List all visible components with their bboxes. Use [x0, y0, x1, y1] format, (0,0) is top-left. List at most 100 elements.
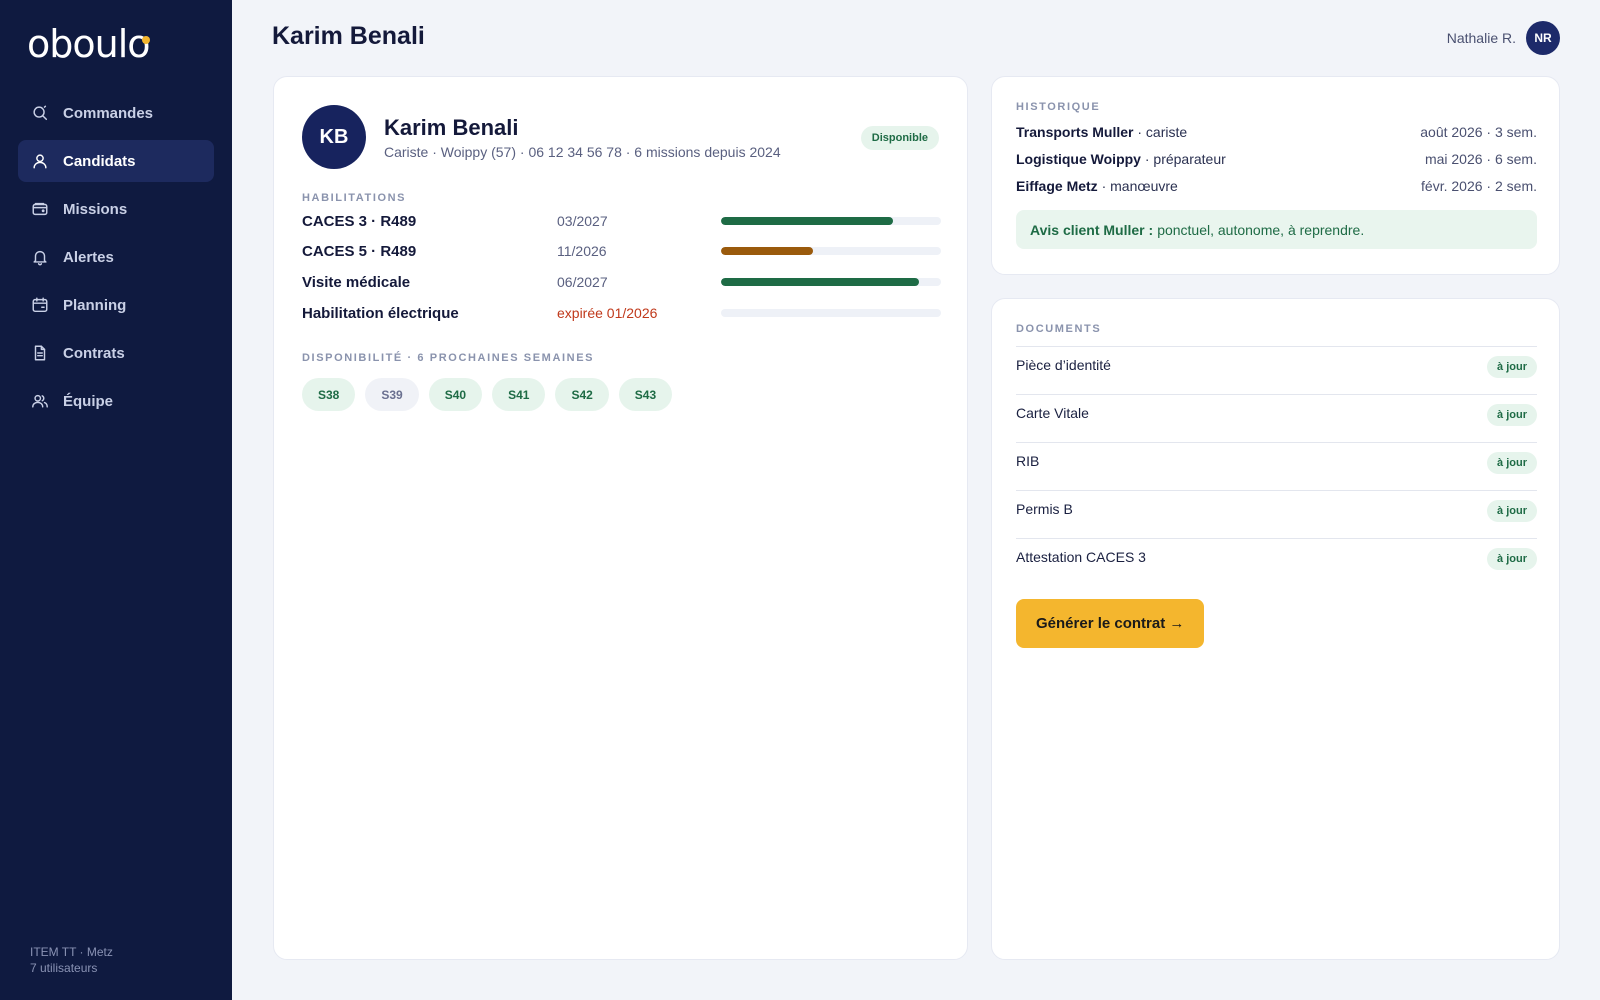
- agency-name: ITEM TT · Metz: [30, 945, 113, 959]
- search-icon: [30, 103, 50, 123]
- client-review-text: ponctuel, autonome, à reprendre.: [1157, 221, 1365, 238]
- document-row[interactable]: Carte Vitale à jour: [1016, 394, 1537, 442]
- sidebar-item-equipe[interactable]: Équipe: [18, 380, 214, 422]
- sidebar-item-label: Missions: [63, 200, 128, 218]
- status-badge: à jour: [1487, 500, 1537, 522]
- history-date: févr. 2026 · 2 sem.: [1421, 178, 1537, 194]
- history-card: HISTORIQUE Transports Muller · cariste a…: [991, 76, 1560, 275]
- user-count: 7 utilisateurs: [30, 961, 98, 975]
- history-item: Eiffage Metz · manœuvre févr. 2026 · 2 s…: [1016, 178, 1537, 194]
- habilitation-progress: [721, 247, 941, 255]
- week-chip[interactable]: S40: [428, 378, 483, 411]
- calendar-icon: [30, 295, 50, 315]
- page-title: Karim Benali: [272, 22, 425, 50]
- candidate-profile: KB Karim Benali Cariste · Woippy (57) · …: [302, 105, 942, 169]
- app-logo[interactable]: oboulo: [27, 22, 151, 66]
- user-menu[interactable]: Nathalie R. NR: [1447, 21, 1560, 55]
- habilitation-progress: [721, 278, 941, 286]
- document-name: RIB: [1016, 453, 1040, 469]
- bell-icon: [30, 247, 50, 267]
- habilitation-name: CACES 5 · R489: [302, 242, 417, 260]
- week-chip[interactable]: S38: [302, 378, 356, 411]
- candidate-card: KB Karim Benali Cariste · Woippy (57) · …: [273, 76, 968, 960]
- document-name: Permis B: [1016, 501, 1073, 517]
- sidebar-footer: ITEM TT · Metz 7 utilisateurs: [30, 944, 113, 976]
- document-name: Pièce d’identité: [1016, 357, 1111, 373]
- availability-weeks: S38 S39 S40 S41 S42 S43: [302, 378, 682, 411]
- habilitation-date: 11/2026: [557, 243, 607, 259]
- document-row[interactable]: Attestation CACES 3 à jour: [1016, 538, 1537, 586]
- sidebar-item-commandes[interactable]: Commandes: [18, 92, 214, 134]
- habilitation-name: CACES 3 · R489: [302, 212, 417, 230]
- history-role: · préparateur: [1140, 151, 1226, 167]
- history-company: Transports Muller: [1016, 124, 1134, 140]
- candidate-name: Karim Benali: [384, 114, 519, 140]
- habilitation-progress-fill: [721, 217, 893, 225]
- user-name: Nathalie R.: [1446, 30, 1516, 46]
- candidate-avatar: KB: [302, 105, 366, 169]
- week-chip[interactable]: S42: [555, 378, 609, 411]
- week-chip[interactable]: S39: [365, 378, 419, 411]
- sidebar-nav: Commandes Candidats Missions Alertes Pla…: [18, 92, 214, 428]
- sidebar-item-contrats[interactable]: Contrats: [18, 332, 214, 374]
- history-role: · cariste: [1133, 124, 1188, 140]
- habilitation-progress: [721, 217, 941, 225]
- status-badge: Disponible: [860, 126, 939, 150]
- week-chip[interactable]: S43: [618, 378, 673, 411]
- history-date: mai 2026 · 6 sem.: [1424, 151, 1537, 167]
- habilitation-row: Visite médicale 06/2027: [302, 272, 942, 292]
- habilitation-name: Visite médicale: [302, 273, 411, 291]
- habilitation-progress: [721, 309, 941, 317]
- week-chip[interactable]: S41: [492, 378, 546, 411]
- sidebar-item-planning[interactable]: Planning: [18, 284, 214, 326]
- habilitation-date: 06/2027: [557, 274, 608, 290]
- habilitation-row: Habilitation électrique expirée 01/2026: [302, 303, 942, 323]
- history-company: Eiffage Metz: [1016, 178, 1098, 194]
- document-icon: [30, 343, 50, 363]
- sidebar-item-candidats[interactable]: Candidats: [18, 140, 214, 182]
- status-badge: à jour: [1487, 356, 1537, 378]
- history-label: HISTORIQUE: [1016, 101, 1101, 113]
- client-review: Avis client Muller : ponctuel, autonome,…: [1016, 210, 1537, 249]
- documents-card: DOCUMENTS Pièce d’identité à jour Carte …: [991, 298, 1560, 960]
- history-company: Logistique Woippy: [1016, 151, 1141, 167]
- documents-label: DOCUMENTS: [1016, 323, 1102, 335]
- habilitation-date: expirée 01/2026: [557, 305, 658, 321]
- availability-label: DISPONIBILITÉ · 6 PROCHAINES SEMAINES: [302, 352, 595, 364]
- user-icon: [30, 151, 50, 171]
- habilitation-row: CACES 5 · R489 11/2026: [302, 241, 942, 261]
- sidebar-item-label: Planning: [63, 296, 127, 314]
- sidebar-item-label: Commandes: [63, 104, 154, 122]
- sidebar-item-label: Équipe: [63, 392, 114, 410]
- history-item: Transports Muller · cariste août 2026 · …: [1016, 124, 1537, 140]
- history-role: · manœuvre: [1097, 178, 1178, 194]
- sidebar-item-missions[interactable]: Missions: [18, 188, 214, 230]
- sidebar-item-label: Candidats: [63, 152, 136, 170]
- document-row[interactable]: RIB à jour: [1016, 442, 1537, 490]
- document-row[interactable]: Permis B à jour: [1016, 490, 1537, 538]
- habilitation-name: Habilitation électrique: [302, 304, 459, 322]
- generate-contract-button[interactable]: Générer le contrat →: [1016, 599, 1205, 648]
- users-icon: [30, 391, 50, 411]
- wallet-icon: [30, 199, 50, 219]
- avatar[interactable]: NR: [1526, 21, 1560, 55]
- habilitation-date: 03/2027: [557, 213, 608, 229]
- habilitation-row: CACES 3 · R489 03/2027: [302, 211, 942, 231]
- status-badge: à jour: [1487, 404, 1537, 426]
- logo-dot: [141, 36, 150, 44]
- sidebar-item-label: Contrats: [63, 344, 125, 362]
- sidebar-item-label: Alertes: [63, 248, 114, 266]
- sidebar-item-alertes[interactable]: Alertes: [18, 236, 214, 278]
- habilitations-label: HABILITATIONS: [302, 192, 407, 204]
- status-badge: à jour: [1487, 548, 1537, 570]
- candidate-details: Cariste · Woippy (57) · 06 12 34 56 78 ·…: [384, 143, 781, 160]
- document-row[interactable]: Pièce d’identité à jour: [1016, 346, 1537, 394]
- habilitation-progress-fill: [721, 278, 919, 286]
- history-item: Logistique Woippy · préparateur mai 2026…: [1016, 151, 1537, 167]
- document-name: Attestation CACES 3: [1016, 549, 1146, 565]
- status-badge: à jour: [1487, 452, 1537, 474]
- history-date: août 2026 · 3 sem.: [1420, 124, 1537, 140]
- client-review-label: Avis client Muller :: [1030, 221, 1154, 238]
- habilitation-progress-fill: [721, 247, 814, 255]
- document-name: Carte Vitale: [1016, 405, 1089, 421]
